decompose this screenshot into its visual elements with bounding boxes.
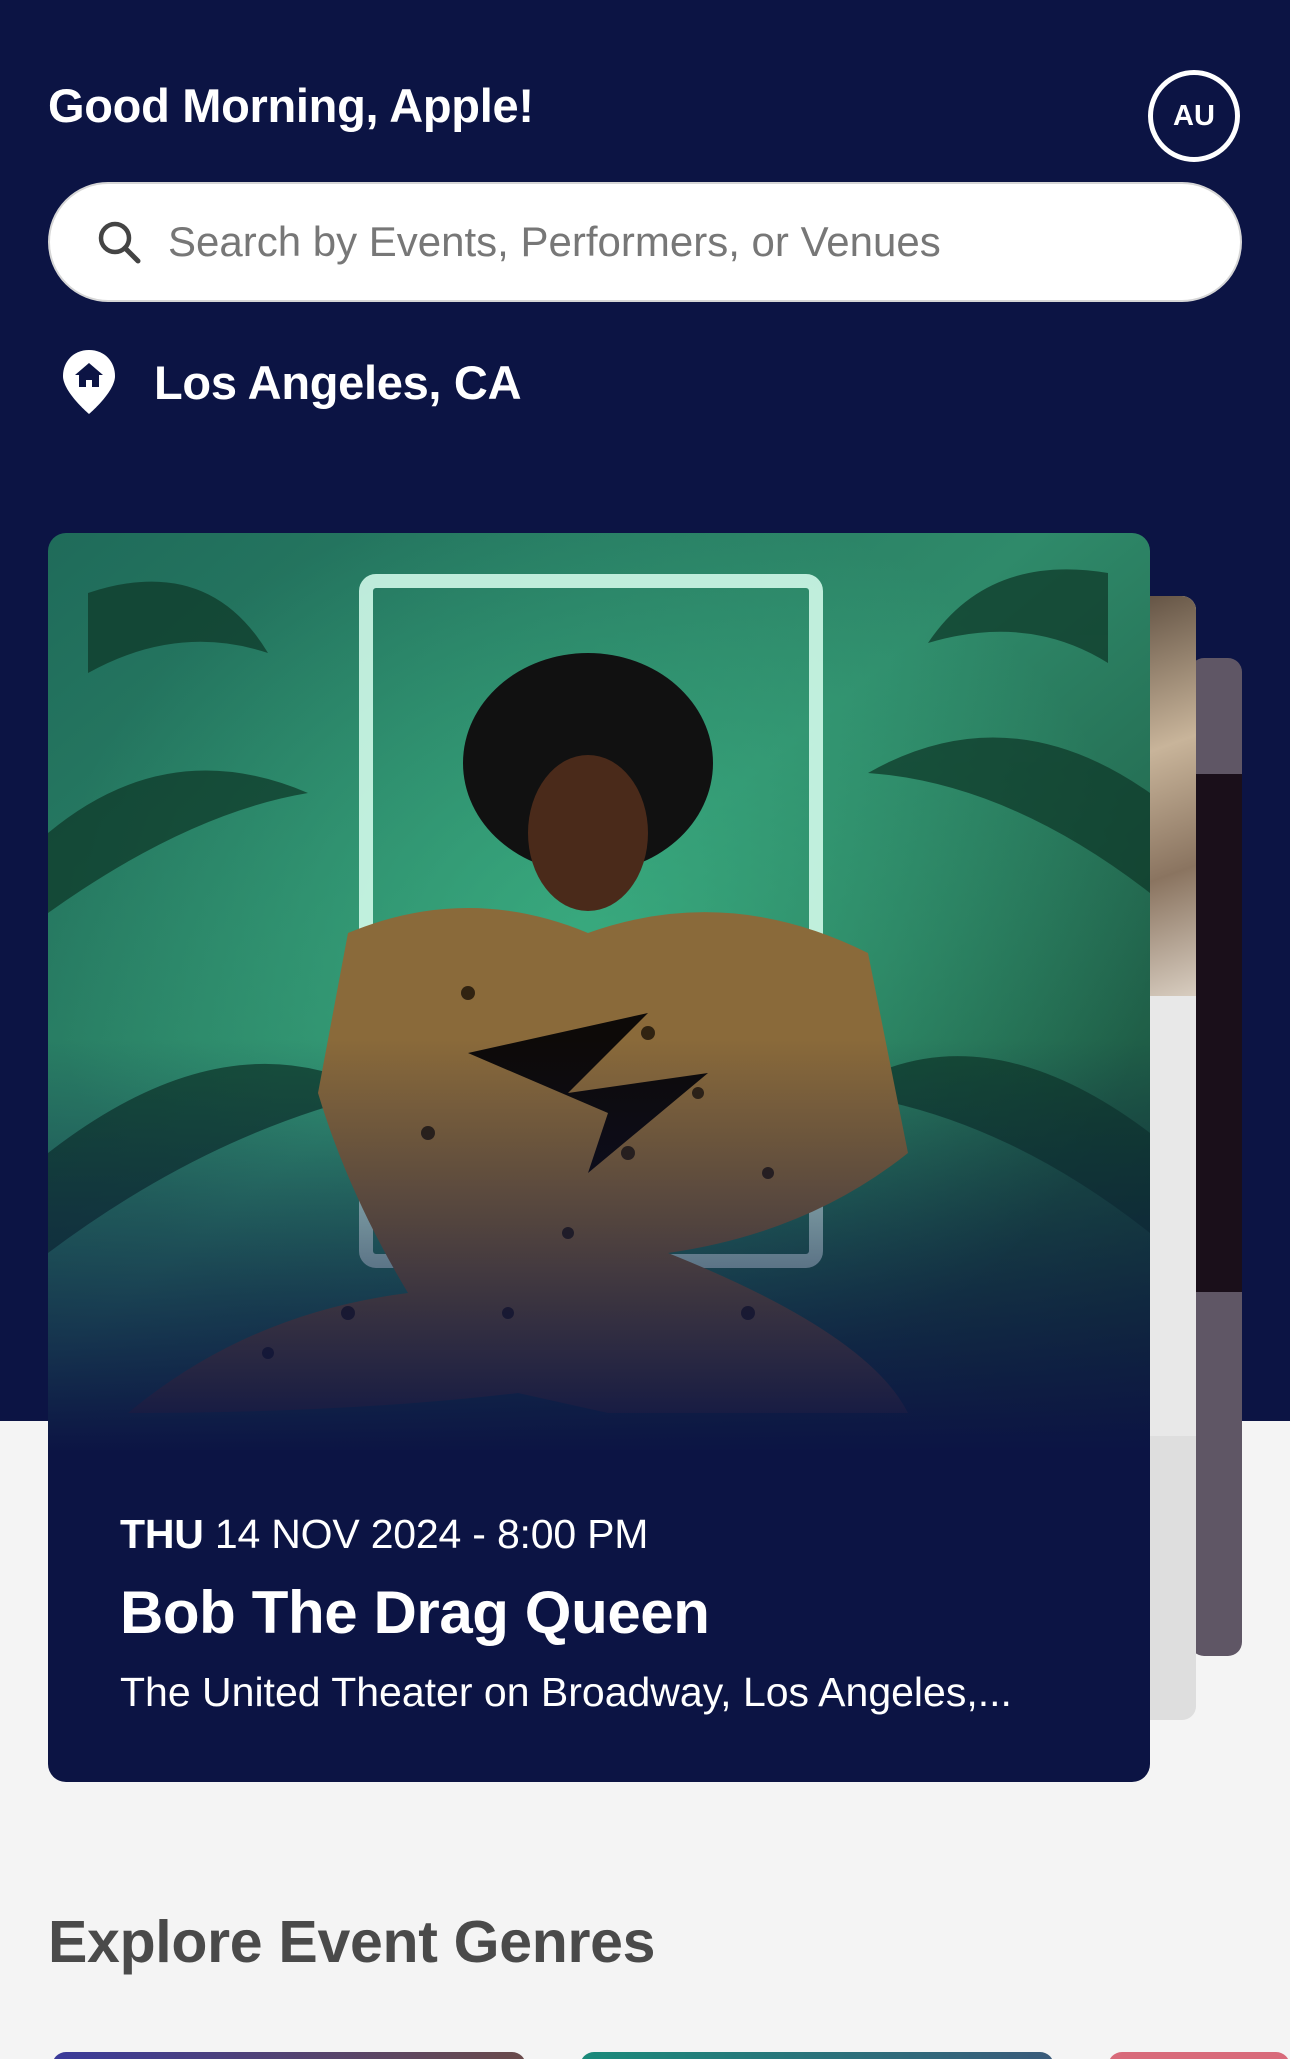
featured-event-card[interactable]: THU 14 NOV 2024 - 8:00 PM Bob The Drag Q…	[48, 533, 1150, 1782]
event-info: THU 14 NOV 2024 - 8:00 PM Bob The Drag Q…	[120, 1511, 1012, 1716]
event-venue: The United Theater on Broadway, Los Ange…	[120, 1669, 1012, 1715]
search-icon	[98, 221, 141, 264]
location-selector[interactable]: Los Angeles, CA	[60, 348, 522, 416]
search-input[interactable]	[168, 218, 1208, 266]
carousel-card-image	[1190, 774, 1242, 1292]
genre-card[interactable]	[52, 2052, 526, 2059]
home-location-pin-icon	[63, 350, 115, 414]
event-day: THU	[120, 1511, 204, 1557]
carousel-next-card-2[interactable]	[1190, 658, 1242, 1656]
event-title: Bob The Drag Queen	[120, 1579, 710, 1646]
event-date-time: 14 NOV 2024 - 8:00 PM	[203, 1511, 649, 1557]
event-date: THU 14 NOV 2024 - 8:00 PM	[120, 1511, 1012, 1558]
event-image	[48, 533, 1150, 1453]
location-label: Los Angeles, CA	[154, 355, 522, 409]
avatar-initials: AU	[1173, 99, 1215, 132]
genre-card[interactable]	[1108, 2052, 1290, 2059]
section-title-genres: Explore Event Genres	[48, 1909, 656, 1975]
profile-avatar[interactable]: AU	[1148, 70, 1240, 162]
search-bar[interactable]	[48, 182, 1242, 302]
genre-card[interactable]	[580, 2052, 1054, 2059]
greeting-title: Good Morning, Apple!	[48, 79, 534, 132]
